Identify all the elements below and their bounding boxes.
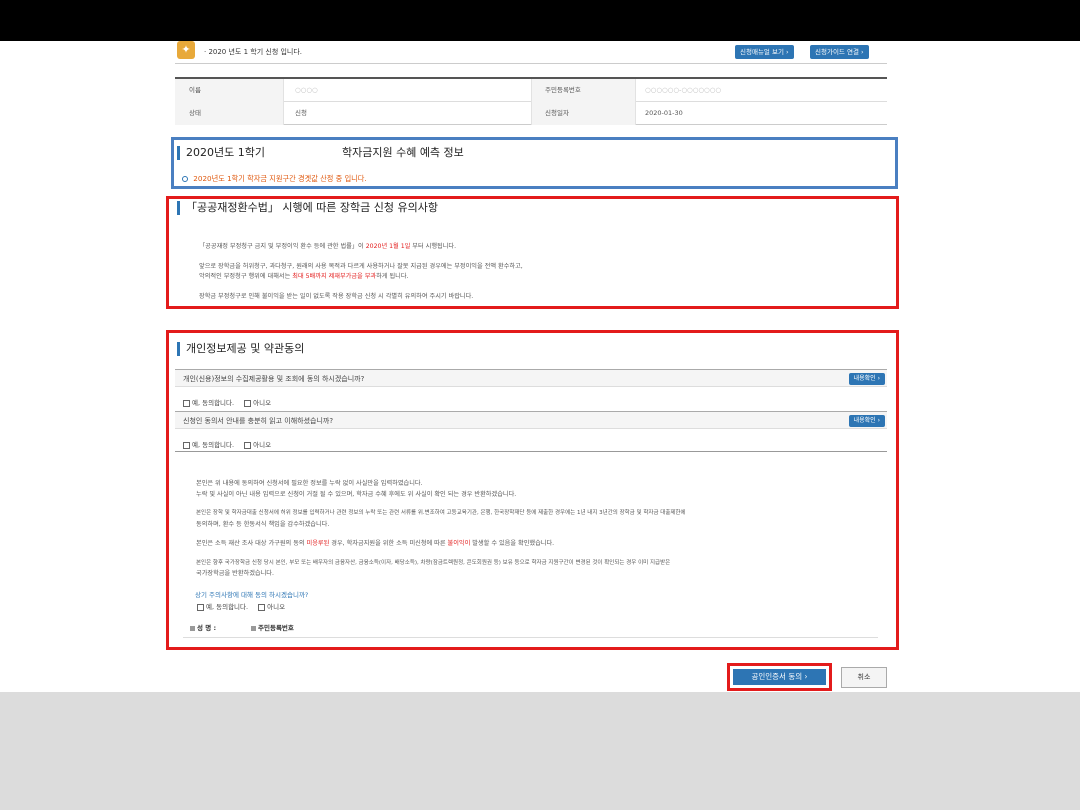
question-text: 개인(신용)정보의 수집제공활용 및 조회에 동의 하시겠습니까? — [183, 375, 365, 383]
signature-name-label: 성 명 : — [197, 624, 217, 632]
view-content-button[interactable]: 내용확인 › — [848, 373, 885, 385]
view-content-button[interactable]: 내용확인 › — [848, 415, 885, 427]
question-text: 신청인 동의서 안내를 충분히 읽고 이해하셨습니까? — [183, 417, 334, 425]
bullet-icon — [251, 625, 256, 631]
bullet-icon — [190, 625, 195, 631]
divider — [635, 79, 636, 125]
pledge-line: 본인은 위 내용에 동의하여 신청서에 필요한 정보를 누락 없이 사실만을 입… — [196, 480, 423, 487]
applicant-info-table: 이름 ○○○○ 주민등록번호 ○○○○○○-○○○○○○○ 상태 신청 신청일자… — [175, 77, 887, 125]
prediction-title: 2020년도 1학기 학자금지원 수혜 예측 정보 — [177, 146, 464, 160]
notice-text: 하게 됩니다. — [376, 273, 409, 280]
name-value: ○○○○ — [295, 86, 318, 94]
signature-rrn-label: 주민등록번호 — [258, 624, 294, 632]
consent-question-1: 개인(신용)정보의 수집제공활용 및 조회에 동의 하시겠습니까? 내용확인 › — [175, 369, 887, 387]
consent-2-yes-checkbox[interactable] — [183, 441, 190, 449]
pledge-highlight: 불이익이 — [447, 540, 471, 547]
status-label: 상태 — [175, 102, 283, 125]
divider — [531, 79, 532, 125]
pledge-text: 발생할 수 있음을 확인했습니다. — [470, 540, 555, 547]
final-no-checkbox[interactable] — [258, 603, 266, 611]
pledge-line: 국가장학금을 반환하겠습니다. — [196, 570, 274, 577]
pledge-line: 동의하며, 환수 등 한동서식 책임을 감수하겠습니다. — [196, 521, 330, 528]
notice-text: 악의적인 부정청구 행위에 대해서는 — [199, 273, 293, 280]
notice-paragraph-4: 장학금 부정청구로 인해 불이익을 받는 일이 없도록 작용 장학금 신청 시 … — [199, 293, 474, 300]
option-label: 아니오 — [253, 441, 272, 449]
consent-1-options: 예, 동의합니다. 아니오 — [183, 397, 271, 407]
notice-text: 부터 시행됩니다. — [410, 243, 457, 250]
option-label: 아니오 — [267, 603, 286, 611]
bullet-icon — [182, 176, 188, 182]
date-value: 2020-01-30 — [645, 109, 683, 117]
prediction-year: 2020년도 1학기 — [186, 146, 265, 159]
certificate-consent-button-frame: 공인인증서 동의 › — [727, 663, 832, 691]
divider — [183, 637, 878, 638]
consent-2-no-checkbox[interactable] — [244, 441, 252, 449]
guide-link-button[interactable]: 신청가이드 연결 › — [810, 45, 869, 59]
date-label: 신청일자 — [531, 102, 635, 125]
consent-question-2: 신청인 동의서 안내를 충분히 읽고 이해하셨습니까? 내용확인 › — [175, 411, 887, 429]
pledge-highlight: 미응루된 — [306, 540, 330, 547]
pledge-text: 경우, 학자금지원을 위한 소득 미신청에 따른 — [329, 540, 448, 547]
pledge-line: 누락 및 사실이 아닌 내용 입력으로 신청이 거절 될 수 있으며, 학자금 … — [196, 491, 517, 498]
consent-title: 개인정보제공 및 약관동의 — [177, 342, 304, 356]
notice-badge-icon: ✦ — [177, 41, 195, 59]
option-label: 예, 동의합니다. — [192, 441, 235, 449]
prediction-status: 2020년도 1학기 학자금 지원구간 경곗값 산정 중 입니다. — [182, 174, 367, 184]
top-black-bar — [0, 0, 1080, 41]
name-label: 이름 — [175, 79, 283, 102]
signature-rrn: 주민등록번호 — [251, 622, 294, 632]
notice-paragraph-3: 악의적인 부정청구 행위에 대해서는 최대 5배까지 제재부가금을 부과하게 됩… — [199, 271, 409, 280]
consent-2-options: 예, 동의합니다. 아니오 — [183, 439, 271, 449]
rrn-label: 주민등록번호 — [531, 79, 635, 102]
pledge-line: 본인은 소득 재산 조사 대상 가구원의 동의 미응루된 경우, 학자금지원을 … — [196, 538, 554, 547]
prediction-info-box: 2020년도 1학기 학자금지원 수혜 예측 정보 2020년도 1학기 학자금… — [171, 137, 898, 189]
consent-1-no-checkbox[interactable] — [244, 399, 252, 407]
option-label: 예, 동의합니다. — [206, 603, 249, 611]
final-yes-checkbox[interactable] — [197, 603, 204, 611]
option-label: 아니오 — [253, 399, 272, 407]
pledge-text: 본인은 소득 재산 조사 대상 가구원의 동의 — [196, 540, 307, 547]
final-consent-options: 예, 동의합니다. 아니오 — [197, 601, 285, 611]
notice-text: 「공공재정 부정청구 금지 및 부정이익 환수 등에 관한 법률」이 — [199, 243, 366, 250]
status-value: 신청 — [295, 109, 307, 117]
divider — [175, 451, 887, 452]
public-finance-notice-box: 「공공재정환수법」 시행에 따른 장학금 신청 유의사항 「공공재정 부정청구 … — [166, 196, 899, 309]
notice-paragraph-2: 앞으로 장학금을 허위청구, 과다청구, 원래의 사용 목적과 다르게 사용하거… — [199, 263, 523, 270]
divider — [283, 79, 284, 125]
pledge-line: 본인은 장학 및 학자금대출 신청서에 허위 정보를 입력하거나 관련 정보의 … — [196, 510, 686, 516]
prediction-subject: 학자금지원 수혜 예측 정보 — [341, 146, 464, 159]
manual-view-button[interactable]: 신청매뉴얼 보기 › — [735, 45, 794, 59]
notice-penalty: 최대 5배까지 제재부가금을 부과 — [292, 273, 377, 280]
divider — [175, 63, 887, 64]
notice-date: 2020년 1월 1일 — [365, 243, 411, 250]
semester-notice: · 2020 년도 1 학기 신청 입니다. — [204, 48, 303, 56]
notice-title: 「공공재정환수법」 시행에 따른 장학금 신청 유의사항 — [177, 201, 438, 215]
pledge-line: 본인은 향후 국가장학금 신청 당시 본인, 부모 또는 배우자의 금융자산, … — [196, 560, 671, 566]
option-label: 예, 동의합니다. — [192, 399, 235, 407]
prediction-status-text: 2020년도 1학기 학자금 지원구간 경곗값 산정 중 입니다. — [193, 174, 367, 183]
bottom-gray-area — [0, 692, 1080, 810]
cancel-button[interactable]: 취소 — [841, 667, 887, 688]
consent-1-yes-checkbox[interactable] — [183, 399, 190, 407]
certificate-consent-button[interactable]: 공인인증서 동의 › — [733, 669, 826, 685]
final-consent-question: 상기 주의사항에 대해 동의 하시겠습니까? — [195, 591, 309, 599]
notice-paragraph-1: 「공공재정 부정청구 금지 및 부정이익 환수 등에 관한 법률」이 2020년… — [199, 241, 456, 250]
rrn-value: ○○○○○○-○○○○○○○ — [645, 86, 722, 94]
signature-name: 성 명 : — [190, 622, 216, 632]
